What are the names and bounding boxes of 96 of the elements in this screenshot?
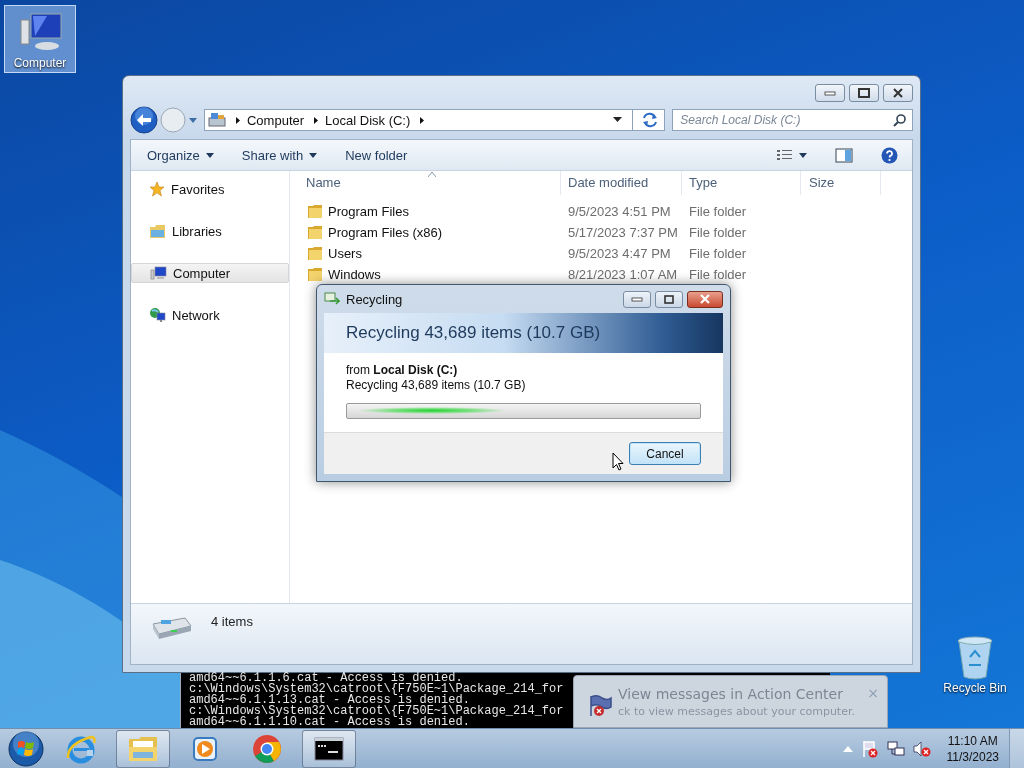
item-count: 4 items <box>211 614 253 629</box>
folder-icon <box>307 204 323 219</box>
dialog-heading: Recycling 43,689 items (10.7 GB) <box>346 323 601 343</box>
minimize-icon <box>824 90 836 96</box>
breadcrumb-item[interactable]: Computer <box>247 112 305 128</box>
taskbar-button[interactable] <box>302 729 356 768</box>
toolbar-button[interactable]: New folder <box>337 144 416 166</box>
date-cell-text: 5/17/2023 7:37 PM <box>567 225 679 240</box>
column-header[interactable]: Size <box>801 171 881 195</box>
date-cell-text: 9/5/2023 4:51 PM <box>567 204 672 219</box>
notification-title: View messages in Action Center <box>618 686 844 702</box>
navigation-item[interactable]: Favorites <box>131 179 289 199</box>
console-line: amd64~~6.1.1.6.cat - Access is denied. <box>189 673 463 684</box>
console-line: amd64~~6.1.1.13.cat - Access is denied. <box>189 695 470 706</box>
computer-icon <box>150 265 167 281</box>
file-row[interactable]: Program Files (x86) <box>290 225 561 240</box>
type-cell-text: File folder <box>688 225 748 240</box>
file-name: Windows <box>328 267 381 282</box>
desktop-icon[interactable]: Recycle Bin <box>939 630 1011 698</box>
file-name: Program Files (x86) <box>328 225 443 240</box>
maximize-button[interactable] <box>849 84 879 102</box>
action-center-icon[interactable] <box>860 739 879 758</box>
network-icon[interactable] <box>886 739 905 758</box>
caret-icon <box>309 152 318 158</box>
chrome-icon <box>252 733 282 764</box>
folder-icon <box>307 267 323 282</box>
close-button[interactable] <box>687 290 723 308</box>
maximize-icon <box>664 294 674 304</box>
close-icon <box>892 88 904 98</box>
icon-label: Recycle Bin <box>943 681 1007 695</box>
maximize-icon <box>858 88 870 98</box>
address-bar[interactable]: Computer Local Disk (C:) <box>204 109 666 131</box>
search-icon[interactable] <box>893 113 907 127</box>
recycle-bin-icon <box>955 635 995 681</box>
flag-icon <box>588 694 614 718</box>
date-cell-text: 8/21/2023 1:07 AM <box>567 267 679 282</box>
back-button[interactable] <box>130 106 158 134</box>
column-header[interactable]: Type <box>682 171 801 195</box>
star-icon <box>149 181 165 197</box>
mouse-cursor-icon <box>612 452 624 471</box>
minimize-button[interactable] <box>623 290 651 308</box>
toolbar-button[interactable]: Share with <box>233 144 326 166</box>
icon-label: Computer <box>13 56 67 70</box>
dialog-title: Recycling <box>346 291 403 307</box>
browser-icon <box>65 733 97 764</box>
type-cell-text: File folder <box>688 246 748 261</box>
console-line: amd64~~6.1.1.10.cat - Access is denied. <box>189 717 470 728</box>
type-cell-text: File folder <box>688 267 748 282</box>
progress-text: Recycling 43,689 items (10.7 GB) <box>346 378 527 393</box>
network-icon <box>149 307 166 323</box>
file-name: Users <box>328 246 362 261</box>
navigation-item[interactable]: Libraries <box>131 221 289 241</box>
start-button[interactable] <box>8 730 44 767</box>
console-line: c:\Windows\System32\catroot\{F750E~1\Package_214_for <box>189 706 564 717</box>
console-line: c:\Windows\System32\catroot\{F750E~1\Package_214_for <box>189 684 564 695</box>
date-cell-text: 9/5/2023 4:47 PM <box>567 246 672 261</box>
volume-muted-icon[interactable] <box>912 739 931 758</box>
navigation-item[interactable]: Network <box>131 305 289 325</box>
search-field[interactable]: Search Local Disk (C:) <box>672 109 913 131</box>
column-header[interactable]: Name <box>290 171 561 195</box>
file-row[interactable]: Users <box>290 246 561 261</box>
chevron-icon[interactable] <box>235 115 241 125</box>
folder-icon <box>307 225 323 240</box>
command-prompt-icon <box>314 736 344 761</box>
file-row[interactable]: Program Files <box>290 204 561 219</box>
navigation-item[interactable]: Computer <box>131 263 289 283</box>
breadcrumb-item[interactable]: Local Disk (C:) <box>325 112 411 128</box>
file-row[interactable]: Windows <box>290 267 561 282</box>
folder-icon <box>149 223 166 239</box>
type-cell-text: File folder <box>688 204 748 219</box>
caret-icon[interactable] <box>799 152 807 158</box>
chevron-icon[interactable] <box>313 115 320 125</box>
clock[interactable]: 11:10 AM 11/3/2023 <box>946 732 999 765</box>
maximize-button[interactable] <box>655 290 683 308</box>
recycle-icon <box>324 292 340 306</box>
notification-text: ck to view messages about your computer. <box>618 705 856 718</box>
toolbar-button[interactable]: Organize <box>139 144 222 166</box>
computer-icon <box>208 112 226 128</box>
column-header[interactable]: Date modified <box>561 171 682 195</box>
file-name: Program Files <box>328 204 409 219</box>
dropdown-arrow-icon[interactable] <box>613 117 623 123</box>
minimize-icon <box>631 296 643 302</box>
refresh-icon[interactable] <box>641 112 660 128</box>
close-icon <box>699 294 711 304</box>
close-button[interactable] <box>883 84 913 102</box>
folder-icon <box>307 246 323 261</box>
caret-icon <box>205 152 214 158</box>
folder-icon <box>127 734 159 763</box>
cancel-button[interactable]: Cancel <box>629 442 701 465</box>
preview-pane-icon[interactable] <box>835 147 853 163</box>
help-icon[interactable] <box>881 146 898 164</box>
media-player-icon <box>191 734 219 763</box>
source-text: from Local Disk (C:) <box>346 363 459 378</box>
sort-icon <box>428 172 436 177</box>
chevron-icon[interactable] <box>419 115 426 125</box>
view-options-icon[interactable] <box>777 149 793 161</box>
